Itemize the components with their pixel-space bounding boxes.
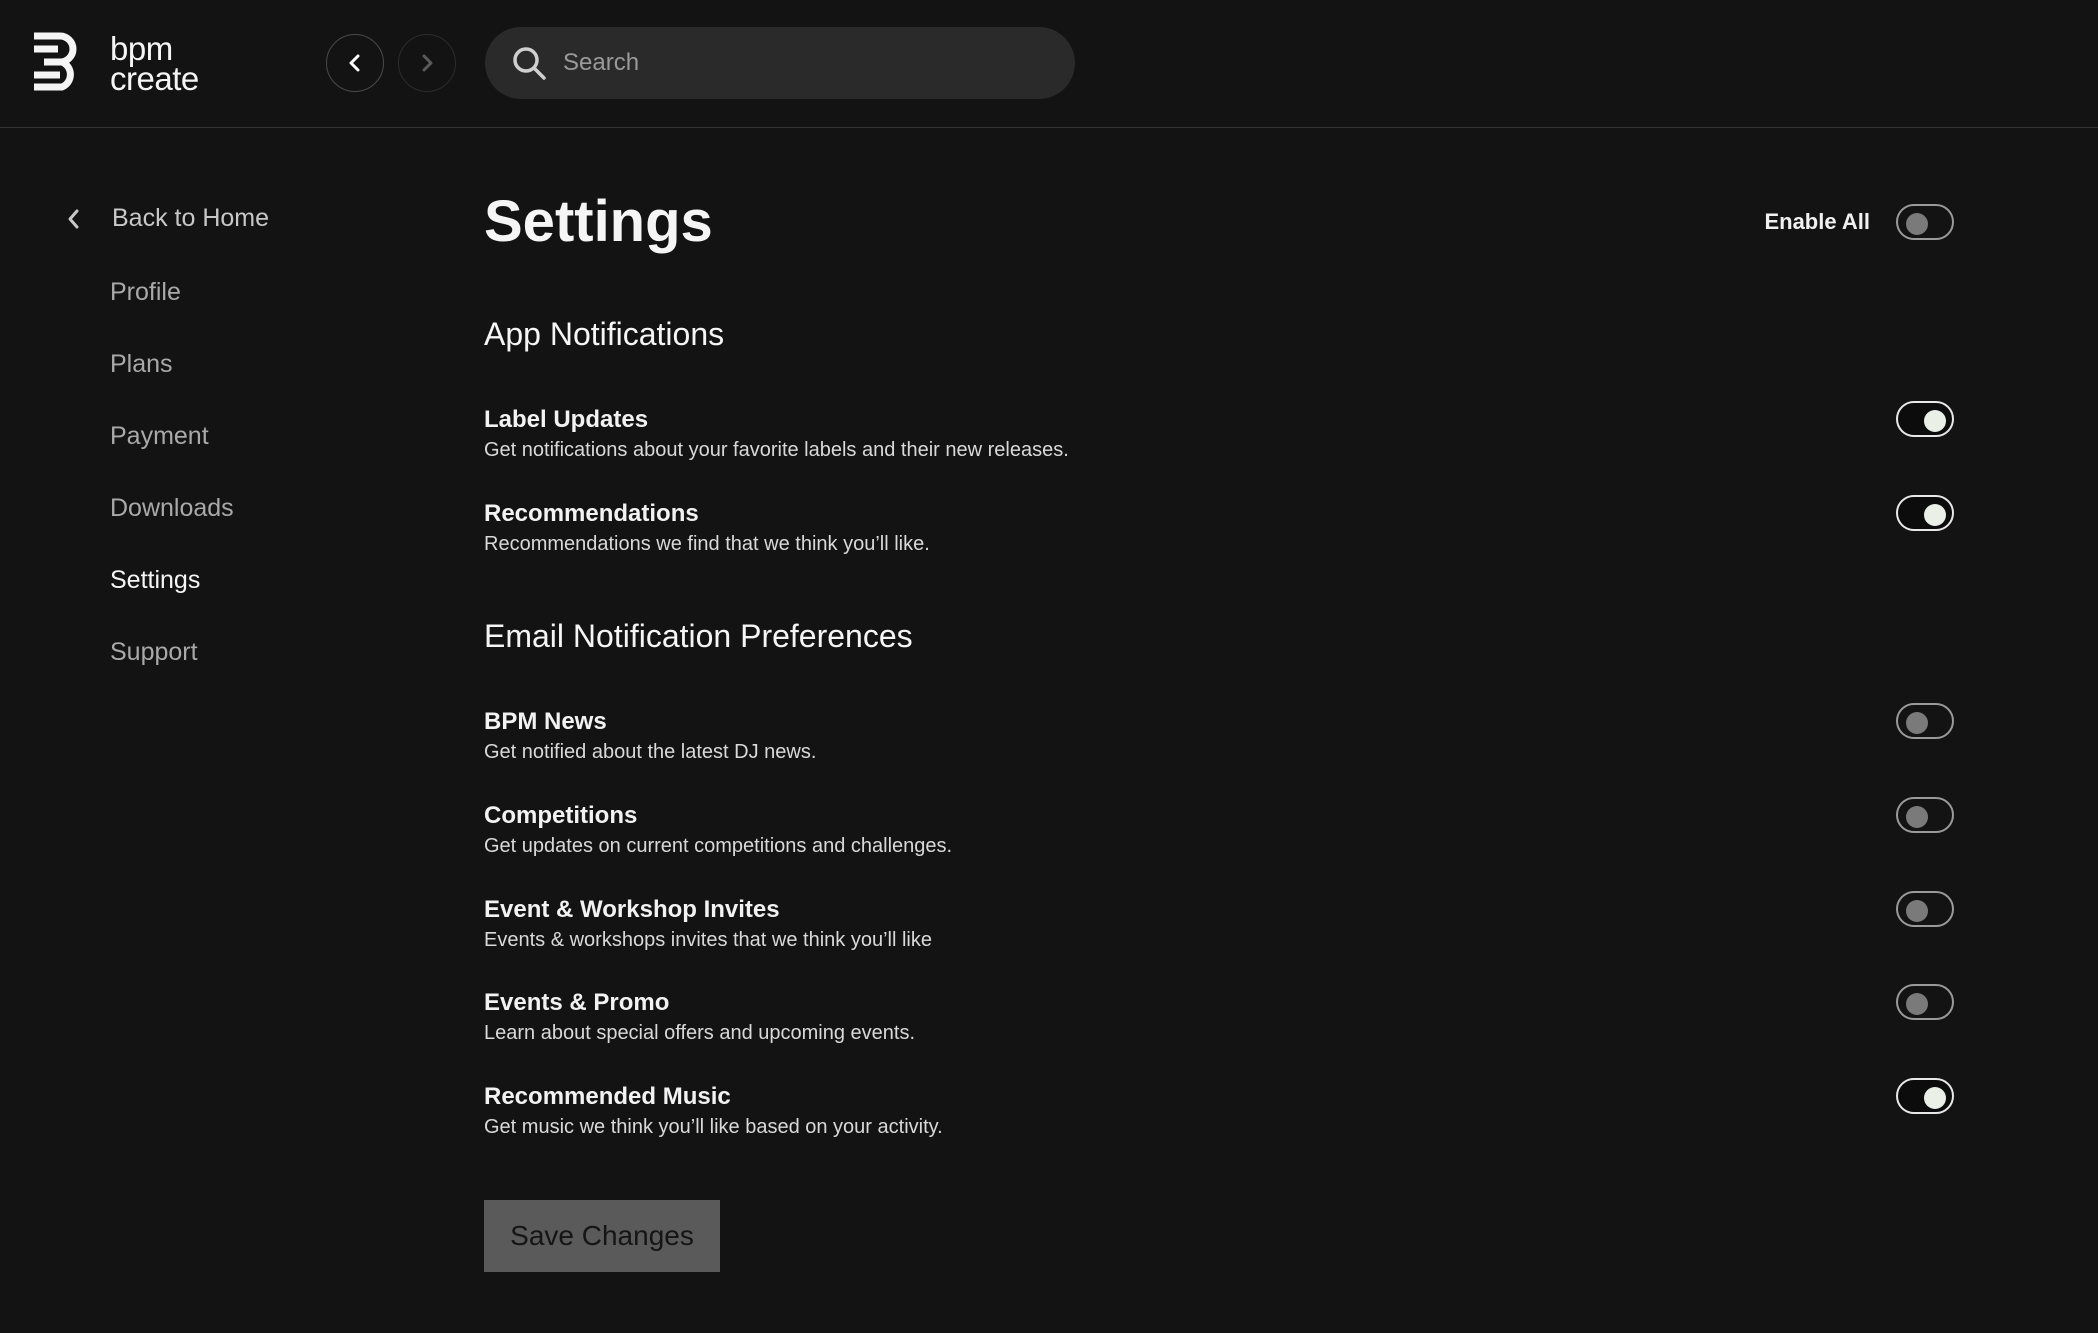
toggle-knob bbox=[1906, 712, 1928, 734]
setting-description: Learn about special offers and upcoming … bbox=[484, 1022, 916, 1044]
top-bar: bpm create bbox=[0, 0, 2098, 128]
setting-row-recommended-music: Recommended Music Get music we think you… bbox=[484, 1078, 1954, 1153]
setting-row-events-promo: Events & Promo Learn about special offer… bbox=[484, 984, 1954, 1059]
brand-wordmark[interactable]: bpm create bbox=[110, 32, 199, 97]
recommendations-toggle[interactable] bbox=[1896, 495, 1954, 531]
setting-row-competitions: Competitions Get updates on current comp… bbox=[484, 797, 1954, 872]
bpm-news-toggle[interactable] bbox=[1896, 703, 1954, 739]
save-changes-button[interactable]: Save Changes bbox=[484, 1200, 720, 1272]
search-icon bbox=[513, 47, 546, 80]
setting-description: Recommendations we find that we think yo… bbox=[484, 533, 930, 555]
setting-title: BPM News bbox=[484, 708, 607, 735]
nav-forward-button[interactable] bbox=[398, 34, 456, 92]
setting-title: Events & Promo bbox=[484, 989, 670, 1016]
enable-all-control: Enable All bbox=[1764, 204, 1954, 240]
toggle-knob bbox=[1924, 410, 1946, 432]
search-bar[interactable] bbox=[485, 27, 1075, 99]
setting-description: Get updates on current competitions and … bbox=[484, 835, 953, 857]
brand-line-2: create bbox=[110, 60, 199, 97]
setting-description: Get music we think you’ll like based on … bbox=[484, 1116, 943, 1138]
enable-all-toggle[interactable] bbox=[1896, 204, 1954, 240]
recommended-music-toggle[interactable] bbox=[1896, 1078, 1954, 1114]
competitions-toggle[interactable] bbox=[1896, 797, 1954, 833]
sidebar-item-profile[interactable]: Profile bbox=[110, 278, 181, 307]
sidebar-item-plans[interactable]: Plans bbox=[110, 350, 173, 379]
enable-all-label: Enable All bbox=[1764, 209, 1870, 234]
toggle-knob bbox=[1924, 1087, 1946, 1109]
setting-title: Event & Workshop Invites bbox=[484, 896, 780, 923]
nav-back-button[interactable] bbox=[326, 34, 384, 92]
email-notifications-heading: Email Notification Preferences bbox=[484, 618, 913, 654]
toggle-knob bbox=[1906, 900, 1928, 922]
toggle-knob bbox=[1906, 213, 1928, 235]
label-updates-toggle[interactable] bbox=[1896, 401, 1954, 437]
back-to-home-link[interactable]: Back to Home bbox=[62, 204, 269, 233]
setting-description: Get notifications about your favorite la… bbox=[484, 439, 1069, 461]
toggle-knob bbox=[1906, 993, 1928, 1015]
chevron-right-icon bbox=[422, 54, 433, 72]
toggle-knob bbox=[1924, 504, 1946, 526]
setting-title: Recommended Music bbox=[484, 1083, 731, 1110]
sidebar-item-downloads[interactable]: Downloads bbox=[110, 494, 234, 523]
sidebar-item-support[interactable]: Support bbox=[110, 638, 198, 667]
setting-title: Competitions bbox=[484, 802, 638, 829]
setting-row-event-workshop-invites: Event & Workshop Invites Events & worksh… bbox=[484, 891, 1954, 966]
setting-title: Recommendations bbox=[484, 500, 699, 527]
chevron-left-icon bbox=[68, 209, 79, 228]
setting-title: Label Updates bbox=[484, 406, 649, 433]
setting-description: Events & workshops invites that we think… bbox=[484, 929, 932, 951]
sidebar-item-payment[interactable]: Payment bbox=[110, 422, 209, 451]
event-workshop-invites-toggle[interactable] bbox=[1896, 891, 1954, 927]
setting-row-label-updates: Label Updates Get notifications about yo… bbox=[484, 401, 1954, 476]
setting-row-bpm-news: BPM News Get notified about the latest D… bbox=[484, 703, 1954, 778]
page-title: Settings bbox=[484, 189, 713, 254]
back-to-home-label: Back to Home bbox=[112, 204, 270, 232]
setting-description: Get notified about the latest DJ news. bbox=[484, 741, 817, 763]
sidebar-item-settings[interactable]: Settings bbox=[110, 566, 200, 595]
chevron-left-icon bbox=[349, 54, 360, 72]
app-notifications-heading: App Notifications bbox=[484, 316, 725, 352]
toggle-knob bbox=[1906, 806, 1928, 828]
search-input[interactable] bbox=[563, 49, 1043, 77]
setting-row-recommendations: Recommendations Recommendations we find … bbox=[484, 495, 1954, 570]
bpm-logo-icon[interactable] bbox=[30, 32, 78, 91]
events-promo-toggle[interactable] bbox=[1896, 984, 1954, 1020]
